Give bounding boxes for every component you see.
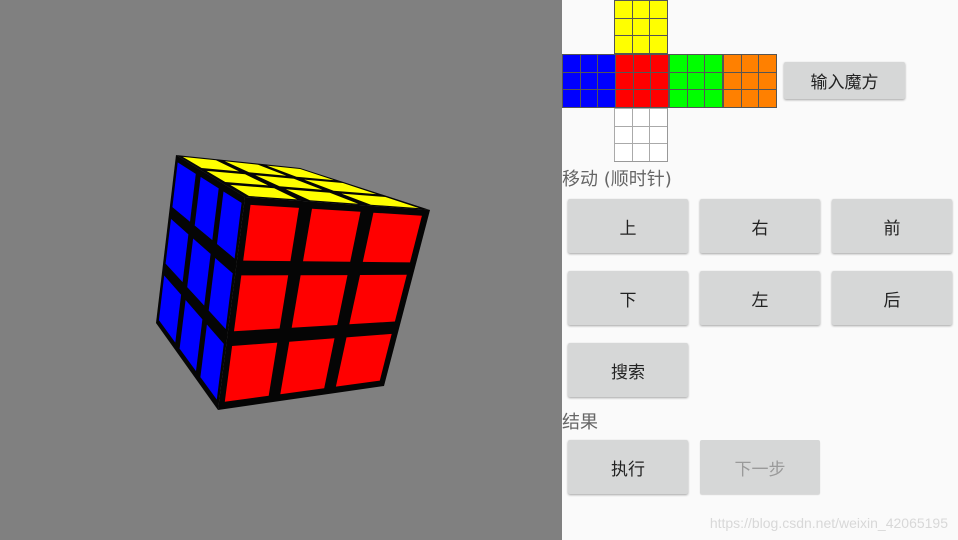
net-sticker[interactable] (579, 54, 598, 72)
net-sticker[interactable] (740, 54, 759, 72)
cube-3d-viewport[interactable] (0, 0, 562, 540)
net-sticker[interactable] (704, 89, 722, 107)
net-sticker[interactable] (704, 71, 722, 90)
move-back-button[interactable]: 后 (832, 271, 952, 325)
net-sticker[interactable] (650, 71, 668, 90)
cube-sticker (234, 275, 289, 332)
net-sticker[interactable] (740, 71, 759, 90)
net-sticker[interactable] (649, 143, 667, 161)
net-sticker[interactable] (649, 0, 667, 18)
net-sticker[interactable] (631, 125, 650, 144)
input-cube-button[interactable]: 输入魔方 (784, 62, 905, 99)
net-sticker[interactable] (669, 54, 687, 72)
net-sticker[interactable] (649, 17, 667, 36)
move-right-button[interactable]: 右 (700, 199, 820, 253)
net-sticker[interactable] (614, 108, 632, 126)
next-step-button[interactable]: 下一步 (700, 440, 820, 494)
execute-button[interactable]: 执行 (568, 440, 688, 494)
net-sticker[interactable] (758, 89, 776, 107)
net-sticker[interactable] (597, 89, 615, 107)
net-sticker[interactable] (632, 89, 651, 107)
net-sticker[interactable] (649, 125, 667, 144)
net-sticker[interactable] (758, 54, 776, 72)
net-sticker[interactable] (614, 0, 632, 18)
net-sticker[interactable] (597, 71, 615, 90)
net-face-back[interactable] (723, 54, 777, 108)
net-face-down[interactable] (614, 108, 668, 162)
net-sticker[interactable] (631, 0, 650, 18)
net-sticker[interactable] (723, 54, 741, 72)
search-button[interactable]: 搜索 (568, 343, 688, 397)
net-sticker[interactable] (632, 54, 651, 72)
control-panel: 输入魔方 移动 (顺时针) 上 右 前 下 左 后 搜索 结果 执行 下一步 (562, 0, 958, 540)
move-section-label: 移动 (顺时针) (562, 169, 672, 190)
net-sticker[interactable] (669, 89, 687, 107)
net-face-left[interactable] (562, 54, 616, 108)
net-sticker[interactable] (562, 54, 580, 72)
net-sticker[interactable] (631, 17, 650, 36)
net-sticker[interactable] (686, 89, 705, 107)
net-sticker[interactable] (614, 125, 632, 144)
net-sticker[interactable] (669, 71, 687, 90)
net-sticker[interactable] (650, 89, 668, 107)
net-sticker[interactable] (579, 89, 598, 107)
net-sticker[interactable] (686, 54, 705, 72)
watermark: https://blog.csdn.net/weixin_42065195 (709, 515, 948, 531)
net-sticker[interactable] (579, 71, 598, 90)
net-sticker[interactable] (723, 71, 741, 90)
net-face-right[interactable] (669, 54, 723, 108)
move-front-button[interactable]: 前 (832, 199, 952, 253)
net-sticker[interactable] (631, 108, 650, 126)
net-sticker[interactable] (631, 35, 650, 53)
net-sticker[interactable] (631, 143, 650, 161)
cube-sticker (243, 204, 299, 262)
net-sticker[interactable] (723, 89, 741, 107)
move-up-button[interactable]: 上 (568, 199, 688, 253)
net-sticker[interactable] (615, 71, 633, 90)
net-sticker[interactable] (562, 71, 580, 90)
net-sticker[interactable] (704, 54, 722, 72)
net-sticker[interactable] (649, 108, 667, 126)
net-sticker[interactable] (615, 89, 633, 107)
net-sticker[interactable] (686, 71, 705, 90)
move-down-button[interactable]: 下 (568, 271, 688, 325)
net-sticker[interactable] (740, 89, 759, 107)
net-sticker[interactable] (650, 54, 668, 72)
net-sticker[interactable] (597, 54, 615, 72)
net-sticker[interactable] (614, 17, 632, 36)
result-section-label: 结果 (562, 412, 598, 433)
net-sticker[interactable] (615, 54, 633, 72)
net-sticker[interactable] (614, 143, 632, 161)
net-sticker[interactable] (632, 71, 651, 90)
cube-3d-render[interactable] (0, 0, 562, 540)
net-face-up[interactable] (614, 0, 668, 54)
net-sticker[interactable] (614, 35, 632, 53)
move-left-button[interactable]: 左 (700, 271, 820, 325)
net-face-front[interactable] (615, 54, 669, 108)
net-sticker[interactable] (758, 71, 776, 90)
net-sticker[interactable] (562, 89, 580, 107)
net-sticker[interactable] (649, 35, 667, 53)
